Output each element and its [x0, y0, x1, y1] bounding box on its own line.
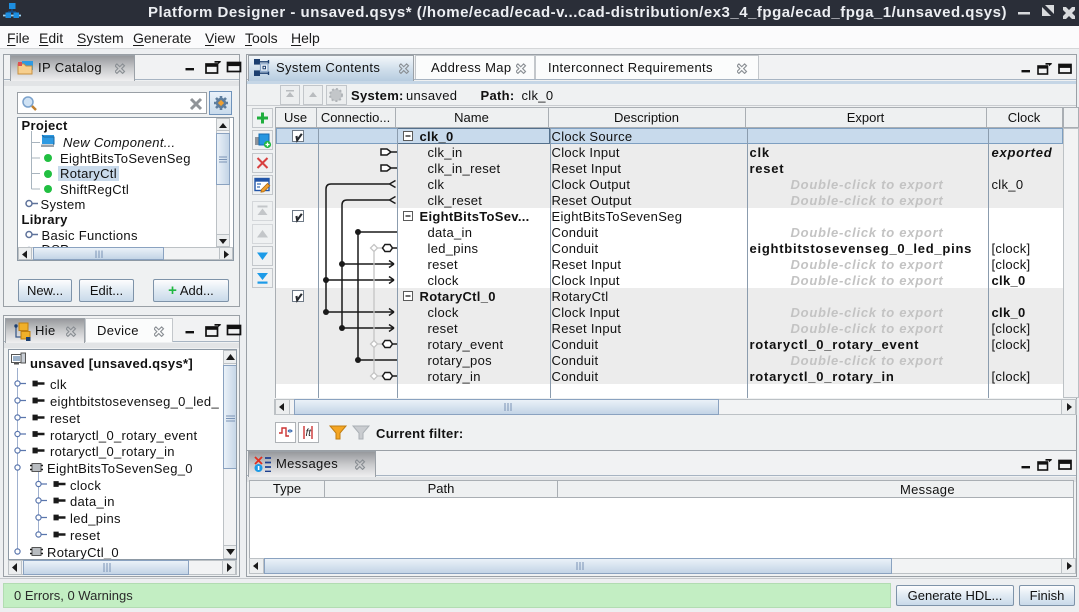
svg-text:ft: ft: [306, 428, 313, 439]
